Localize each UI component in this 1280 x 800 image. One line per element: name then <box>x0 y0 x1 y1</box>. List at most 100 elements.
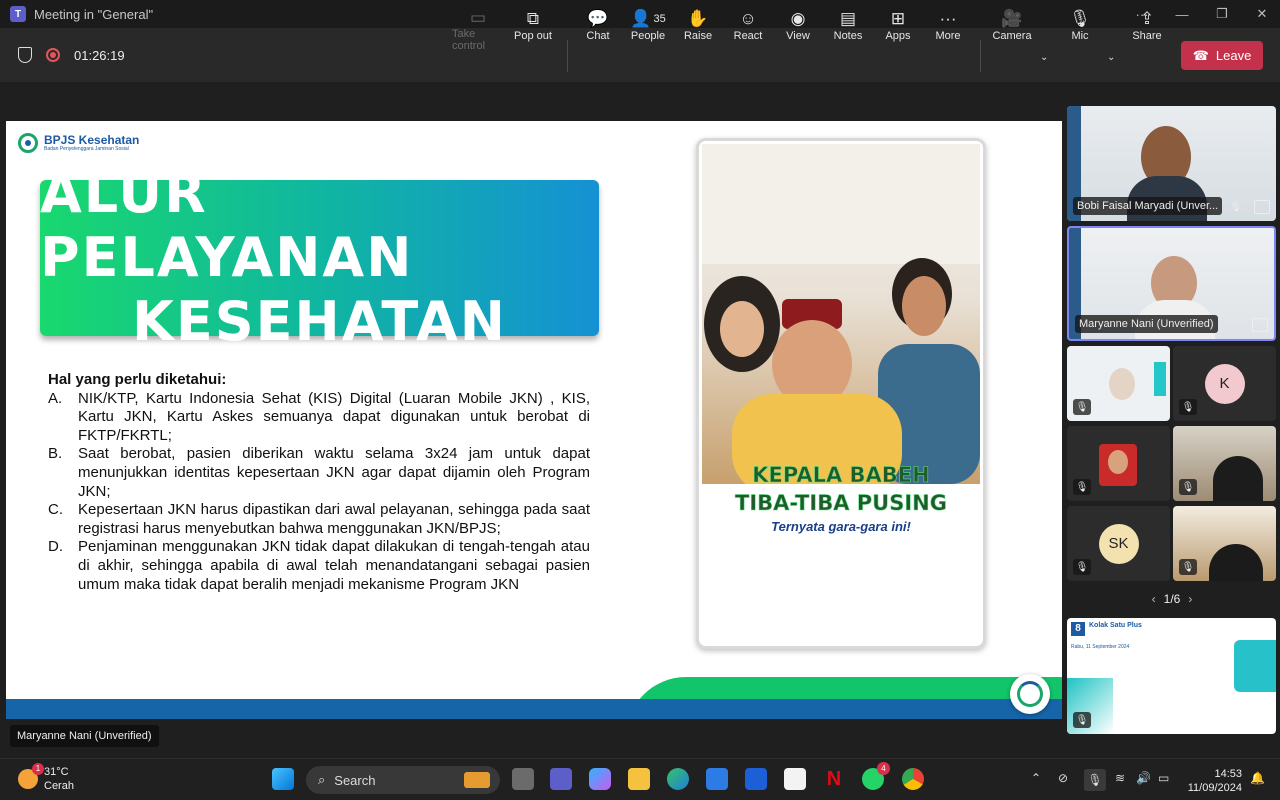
screen-share-icon <box>1252 318 1268 332</box>
point-item: D. Penjaminan menggunakan JKN tidak dapat… <box>48 538 590 593</box>
weather-badge: 1 <box>32 763 44 775</box>
file-explorer-icon[interactable] <box>628 768 650 790</box>
chat-button[interactable]: 💬 Chat <box>582 8 614 48</box>
minimize-button[interactable]: — <box>1162 0 1202 28</box>
mic-button[interactable]: 🎙 Mic <box>1064 8 1096 48</box>
share-icon: ⇪ <box>1139 9 1155 28</box>
windows-taskbar: 1 31°C Cerah ⌕ Search N 4 ⌃ ⊘ 🎙 ≋ 🔊 ▭ 14… <box>0 758 1280 800</box>
document-icon[interactable] <box>784 768 806 790</box>
brand-subtitle: Badan Penyelenggara Jaminan Sosial <box>44 146 129 152</box>
leave-button[interactable]: ☎ Leave <box>1181 41 1263 70</box>
weather-desc: Cerah <box>44 780 74 792</box>
whatsapp-icon[interactable]: 4 <box>862 762 890 790</box>
app-icon[interactable] <box>745 768 767 790</box>
point-item: B. Saat berobat, pasien diberikan waktu s… <box>48 445 590 500</box>
mini-slide-number: 8 <box>1071 622 1085 636</box>
taskbar-search[interactable]: ⌕ Search <box>306 766 500 794</box>
self-view-tile[interactable]: 8 Kolak Satu Plus Rabu, 11 September 202… <box>1067 618 1276 734</box>
mic-off-icon: 🎙 <box>1069 9 1091 28</box>
phone-hangup-icon: ☎ <box>1192 47 1209 63</box>
participant-tile[interactable]: 🎙 <box>1067 426 1170 501</box>
participant-tile[interactable]: K 🎙 <box>1173 346 1276 421</box>
teams-app-icon: T <box>10 6 26 22</box>
point-item: A. NIK/KTP, Kartu Indonesia Sehat (KIS) D… <box>48 389 590 444</box>
copilot-icon[interactable] <box>589 768 611 790</box>
restore-button[interactable]: ❐ <box>1202 0 1242 28</box>
caption-line3: Ternyata gara-gara ini! <box>771 519 911 534</box>
react-button[interactable]: ☺ React <box>732 8 764 48</box>
apps-button[interactable]: ⊞ Apps <box>882 8 914 48</box>
footer-wave-blue <box>6 699 1062 719</box>
presentation-slide: BPJS Kesehatan Badan Penyelenggara Jamin… <box>6 121 1062 719</box>
mic-off-icon: 🎙 <box>1073 712 1091 728</box>
whatsapp-badge: 4 <box>877 762 890 775</box>
share-button[interactable]: ⇪ Share <box>1131 8 1163 48</box>
slide-title-line1: ALUR PELAYANAN <box>40 162 414 289</box>
window-title: Meeting in "General" <box>34 6 154 22</box>
close-button[interactable]: ✕ <box>1242 0 1280 28</box>
participant-tile-active-speaker[interactable]: Maryanne Nani (Unverified) <box>1067 226 1276 341</box>
wifi-icon[interactable]: ≋ <box>1115 771 1125 785</box>
participant-avatar: SK <box>1098 523 1139 564</box>
clock-time: 14:53 <box>1214 768 1242 780</box>
brand-name: BPJS Kesehatan <box>44 133 140 147</box>
mic-off-icon: 🎙 <box>1229 202 1242 213</box>
toolbar-divider <box>980 40 981 72</box>
mic-options-chevron-icon[interactable]: ⌄ <box>1107 52 1115 63</box>
search-highlight-icon <box>464 772 490 788</box>
participant-name: Bobi Faisal Maryadi (Unver... <box>1073 197 1223 215</box>
weather-sun-icon: 1 <box>18 763 44 789</box>
view-button[interactable]: ◉ View <box>782 8 814 48</box>
take-control-button[interactable]: ▭ Take control <box>452 8 504 52</box>
camera-off-icon[interactable]: ⊘ <box>1058 771 1068 785</box>
participant-tile[interactable]: 🎙 <box>1173 506 1276 581</box>
notification-bell-icon[interactable]: 🔔 <box>1250 771 1265 785</box>
mini-slide-date: Rabu, 11 September 2024 <box>1071 644 1130 650</box>
mic-off-icon: 🎙 <box>1179 399 1197 415</box>
bpjs-logo-icon <box>18 133 38 153</box>
raise-hand-button[interactable]: ✋ Raise <box>682 8 714 48</box>
chat-icon: 💬 <box>587 9 609 28</box>
camera-button[interactable]: 🎥 Camera <box>992 8 1031 48</box>
more-button[interactable]: ··· More <box>932 8 964 48</box>
apps-icon: ⊞ <box>890 9 906 28</box>
participant-tile[interactable]: 🎙 <box>1067 346 1170 421</box>
shared-content-stage: BPJS Kesehatan Badan Penyelenggara Jamin… <box>0 82 1064 758</box>
chevron-left-icon[interactable]: ‹ <box>1152 592 1156 606</box>
battery-icon[interactable]: ▭ <box>1158 771 1169 785</box>
chevron-up-icon[interactable]: ⌃ <box>1031 771 1041 785</box>
pop-out-button[interactable]: ⧉ Pop out <box>512 8 554 48</box>
view-icon: ◉ <box>790 9 806 28</box>
start-windows-icon[interactable] <box>272 768 294 790</box>
chevron-right-icon[interactable]: › <box>1188 592 1192 606</box>
weather-widget[interactable]: 1 31°C Cerah <box>18 763 74 793</box>
participant-pager: ‹ 1/6 › <box>1151 592 1193 606</box>
people-count: 35 <box>653 13 666 25</box>
edge-browser-icon[interactable] <box>667 768 689 790</box>
notes-button[interactable]: ▤ Notes <box>832 8 864 48</box>
microsoft-store-icon[interactable] <box>706 768 728 790</box>
camera-options-chevron-icon[interactable]: ⌄ <box>1040 52 1048 63</box>
teams-icon[interactable] <box>550 768 572 790</box>
chrome-icon[interactable] <box>902 768 924 790</box>
react-icon: ☺ <box>739 9 757 28</box>
netflix-icon[interactable]: N <box>823 768 845 790</box>
toolbar-divider <box>567 40 568 72</box>
recording-icon <box>46 48 60 62</box>
slide-title-line2: KESEHATAN <box>132 290 507 353</box>
task-view-icon[interactable] <box>512 768 534 790</box>
corner-logo-icon <box>1010 674 1050 714</box>
volume-icon[interactable]: 🔊 <box>1136 771 1151 785</box>
mic-muted-tray-icon[interactable]: 🎙 <box>1084 769 1106 791</box>
video-caption: KEPALA BABEH TIBA-TIBA PUSING Ternyata g… <box>699 461 983 534</box>
people-button[interactable]: 👤 35 People <box>628 8 668 48</box>
search-icon: ⌕ <box>318 772 326 787</box>
participant-tile[interactable]: 🎙 <box>1173 426 1276 501</box>
mic-off-icon: 🎙 <box>1179 479 1197 495</box>
participant-name: Maryanne Nani (Unverified) <box>1075 315 1218 333</box>
participant-tile[interactable]: Bobi Faisal Maryadi (Unver... 🎙 <box>1067 106 1276 221</box>
taskbar-clock[interactable]: 14:53 11/09/2024 <box>1186 767 1242 795</box>
video-thumbnail-image <box>702 144 980 484</box>
people-icon: 👤 <box>630 9 652 28</box>
participant-tile[interactable]: SK 🎙 <box>1067 506 1170 581</box>
